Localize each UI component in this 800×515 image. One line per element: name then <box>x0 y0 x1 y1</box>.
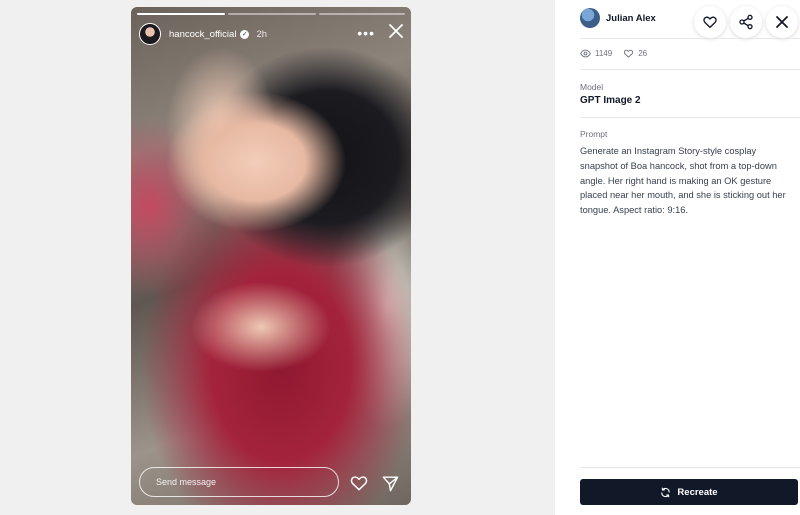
like-button[interactable] <box>694 6 726 38</box>
story-progress-1 <box>137 13 225 15</box>
share-icon <box>739 14 753 30</box>
author-name[interactable]: Julian Alex <box>606 13 656 24</box>
story-image[interactable]: hancock_official ✓ 2h ••• Send message <box>131 7 411 505</box>
refresh-icon <box>661 487 671 497</box>
story-username[interactable]: hancock_official <box>169 29 236 40</box>
send-message-placeholder: Send message <box>156 477 217 487</box>
story-close-icon[interactable] <box>387 22 405 40</box>
likes-count: 26 <box>638 49 648 58</box>
views-count: 1149 <box>595 49 613 58</box>
eye-icon <box>580 49 591 58</box>
model-value: GPT Image 2 <box>580 95 641 106</box>
divider-bottom <box>580 467 800 468</box>
story-avatar[interactable] <box>139 23 161 45</box>
more-horizontal-icon[interactable]: ••• <box>357 26 375 40</box>
recreate-button[interactable]: Recreate <box>580 479 798 505</box>
story-progress-2 <box>228 13 316 15</box>
divider-top <box>580 38 800 39</box>
story-time: 2h <box>256 28 268 40</box>
model-label: Model <box>580 82 604 92</box>
heart-outline-icon <box>624 49 634 58</box>
divider-model <box>580 117 800 118</box>
details-panel: Julian Alex 1149 26 Model GPT Image 2 Pr… <box>565 0 800 515</box>
verified-icon: ✓ <box>240 29 250 39</box>
prompt-text: Generate an Instagram Story-style cospla… <box>580 146 786 216</box>
heart-icon <box>703 16 717 28</box>
app-root: hancock_official ✓ 2h ••• Send message J… <box>0 0 800 515</box>
author-avatar[interactable] <box>580 8 600 28</box>
author[interactable]: Julian Alex <box>580 8 656 28</box>
close-button[interactable] <box>766 6 798 38</box>
close-icon <box>776 16 788 28</box>
share-button[interactable] <box>730 6 762 38</box>
story-progress-3 <box>319 13 405 15</box>
story-viewer-pane: hancock_official ✓ 2h ••• Send message <box>0 0 555 515</box>
send-message-input[interactable]: Send message <box>139 467 339 497</box>
divider-stats <box>580 69 800 70</box>
prompt-label: Prompt <box>580 129 608 139</box>
stats-row: 1149 26 <box>580 48 647 59</box>
recreate-label: Recreate <box>677 486 718 498</box>
paper-plane-icon[interactable] <box>381 474 400 493</box>
story-heart-icon[interactable] <box>349 473 369 493</box>
